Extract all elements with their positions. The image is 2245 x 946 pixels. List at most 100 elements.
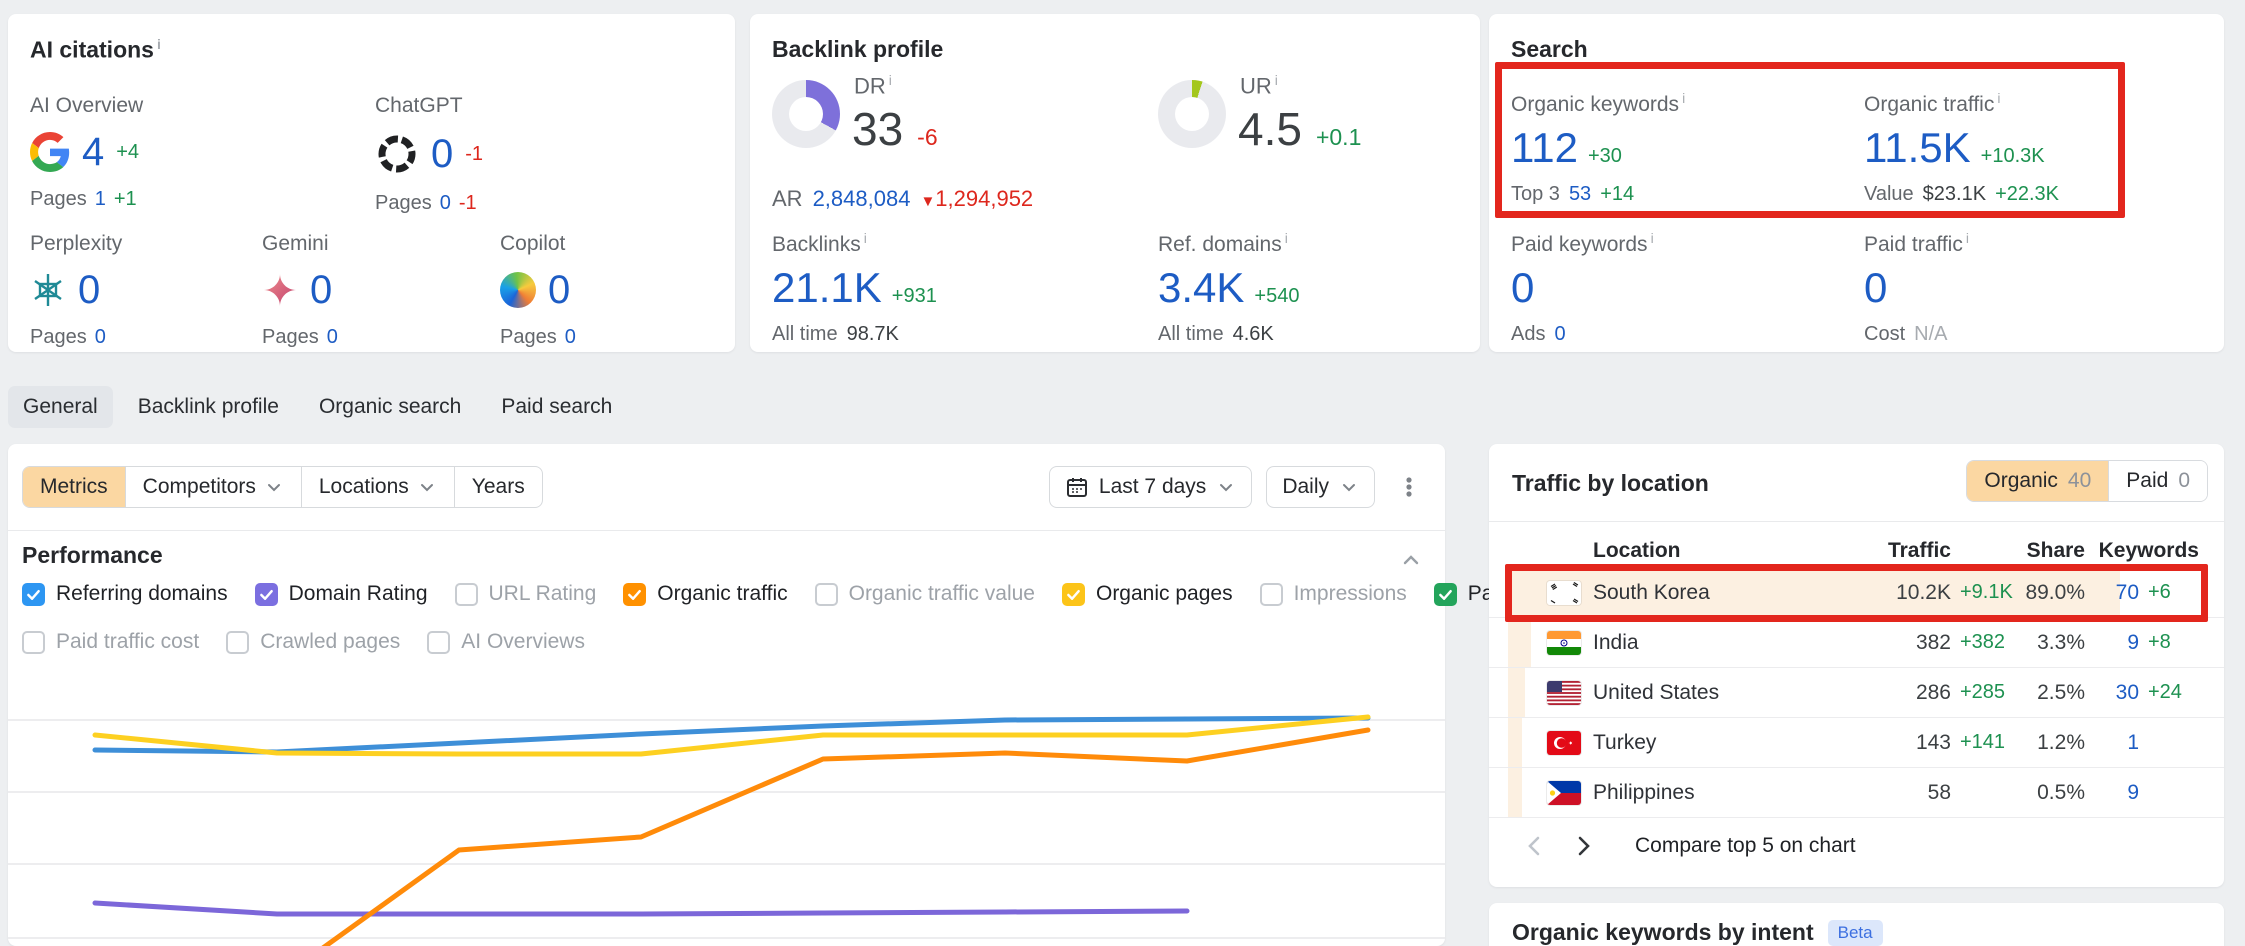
metric-checkbox-row-2: Paid traffic cost Crawled pages AI Overvie…: [22, 630, 585, 654]
checkbox-icon: [1062, 583, 1085, 606]
metric-checkbox-paid-traffic-cost[interactable]: Paid traffic cost: [22, 630, 199, 654]
toggle-paid[interactable]: Paid0: [2108, 461, 2207, 501]
keywords-by-intent-title: Organic keywords by intent: [1512, 919, 1814, 946]
info-icon[interactable]: i: [1997, 90, 2000, 106]
location-row-philippines[interactable]: Philippines 58 0.5% 9: [1489, 768, 2224, 818]
tab-backlink-profile[interactable]: Backlink profile: [123, 386, 294, 428]
metric-checkbox-crawled-pages[interactable]: Crawled pages: [226, 630, 400, 654]
metric-checkbox-organic-traffic-value[interactable]: Organic traffic value: [815, 582, 1035, 606]
location-name[interactable]: Philippines: [1593, 781, 1861, 805]
date-range-button[interactable]: Last 7 days: [1049, 466, 1252, 508]
metric-checkbox-url-rating[interactable]: URL Rating: [455, 582, 597, 606]
citations-value[interactable]: 0: [310, 270, 332, 310]
metric-checkbox-ai-overviews[interactable]: AI Overviews: [427, 630, 585, 654]
info-icon[interactable]: i: [1682, 90, 1685, 106]
stat-value[interactable]: 11.5K: [1864, 127, 1971, 169]
segment-years[interactable]: Years: [455, 467, 542, 507]
pages-value[interactable]: 0: [95, 326, 106, 349]
keywords-column-header: Keywords: [2085, 539, 2199, 563]
citations-value[interactable]: 0: [78, 270, 100, 310]
tab-general[interactable]: General: [8, 386, 113, 428]
backlink-profile-title: Backlink profile: [772, 36, 943, 63]
info-icon[interactable]: i: [157, 36, 161, 52]
keywords-value[interactable]: 9: [2085, 781, 2139, 805]
previous-page-button[interactable]: [1515, 826, 1555, 866]
info-icon[interactable]: i: [864, 230, 867, 246]
location-row-united-states[interactable]: United States 286 +285 2.5% 30 +24: [1489, 668, 2224, 718]
chevron-down-icon: [1339, 477, 1359, 497]
kebab-menu-button[interactable]: [1389, 467, 1429, 507]
keywords-value[interactable]: 9: [2085, 631, 2139, 655]
ai-platform-gemini: Gemini 0 Pages 0: [262, 232, 492, 349]
keywords-value[interactable]: 1: [2085, 731, 2139, 755]
metric-checkbox-domain-rating[interactable]: Domain Rating: [255, 582, 428, 606]
keywords-value[interactable]: 30: [2085, 681, 2139, 705]
segment-metrics[interactable]: Metrics: [23, 467, 126, 507]
pages-value[interactable]: 0: [440, 192, 451, 215]
pages-value[interactable]: 1: [95, 188, 106, 211]
info-icon[interactable]: i: [1285, 230, 1288, 246]
stat-value[interactable]: 0: [1511, 267, 1534, 309]
ai-platform-copilot: Copilot 0 Pages 0: [500, 232, 730, 349]
location-row-south-korea[interactable]: South Korea 10.2K +9.1K 89.0% 70 +6: [1489, 568, 2224, 618]
search-title: Search: [1511, 36, 1588, 63]
location-column-header: Location: [1593, 539, 1861, 563]
location-name[interactable]: United States: [1593, 681, 1861, 705]
ur-value: 4.5 +0.1: [1238, 106, 1361, 152]
metric-label: AI Overviews: [461, 630, 585, 654]
backlinks-value[interactable]: 21.1K: [772, 267, 882, 309]
tab-organic-search[interactable]: Organic search: [304, 386, 476, 428]
metric-checkbox-organic-pages[interactable]: Organic pages: [1062, 582, 1233, 606]
compare-top5-button[interactable]: Compare top 5 on chart: [1635, 834, 1856, 858]
stat-value[interactable]: 0: [1864, 267, 1887, 309]
pages-value[interactable]: 0: [327, 326, 338, 349]
metric-checkbox-organic-traffic[interactable]: Organic traffic: [623, 582, 787, 606]
stat-value[interactable]: 112: [1511, 127, 1578, 169]
ref-domains-stat: Ref. domainsi 3.4K +540 All time4.6K: [1158, 230, 1299, 346]
performance-line-chart[interactable]: [8, 656, 1445, 946]
beta-badge: Beta: [1828, 920, 1883, 946]
metric-checkbox-impressions[interactable]: Impressions: [1260, 582, 1407, 606]
platform-label: Perplexity: [30, 232, 260, 256]
keywords-value[interactable]: 70: [2085, 581, 2139, 605]
next-page-button[interactable]: [1563, 826, 1603, 866]
traffic-value: 10.2K: [1861, 581, 1951, 605]
metric-label: Impressions: [1294, 582, 1407, 606]
citations-value[interactable]: 0: [431, 134, 453, 174]
traffic-delta: +382: [1951, 631, 2011, 654]
perplexity-icon: [30, 272, 66, 308]
segment-locations[interactable]: Locations: [302, 467, 455, 507]
location-row-turkey[interactable]: Turkey 143 +141 1.2% 1: [1489, 718, 2224, 768]
share-value: 2.5%: [2011, 681, 2085, 705]
info-icon[interactable]: i: [1651, 230, 1654, 246]
info-icon[interactable]: i: [889, 72, 892, 88]
location-name[interactable]: India: [1593, 631, 1861, 655]
share-value: 0.5%: [2011, 781, 2085, 805]
granularity-button[interactable]: Daily: [1266, 466, 1375, 508]
citations-value[interactable]: 4: [82, 132, 104, 172]
location-row-india[interactable]: India 382 +382 3.3% 9 +8: [1489, 618, 2224, 668]
stat-sub-value: $23.1K: [1923, 183, 1986, 206]
traffic-by-location-card: Traffic by location Organic40Paid0 Locat…: [1489, 444, 2224, 887]
pages-row: Pages 0: [500, 326, 730, 349]
citations-value[interactable]: 0: [548, 270, 570, 310]
info-icon[interactable]: i: [1966, 230, 1969, 246]
ahrefs-rank-value[interactable]: 2,848,084: [813, 186, 911, 212]
ref-domains-value[interactable]: 3.4K: [1158, 267, 1244, 309]
ai-platform-ai-overview: AI Overview 4 +4 Pages 1 +1: [30, 94, 260, 211]
pages-value[interactable]: 0: [565, 326, 576, 349]
location-name[interactable]: Turkey: [1593, 731, 1861, 755]
collapse-section-button[interactable]: [1399, 548, 1423, 577]
series-line-organic-pages: [95, 717, 1368, 754]
ai-citations-title: AI citationsi: [30, 36, 161, 64]
segment-competitors[interactable]: Competitors: [126, 467, 302, 507]
stat-sub-value[interactable]: 0: [1554, 323, 1565, 346]
location-table-body: South Korea 10.2K +9.1K 89.0% 70 +6 Indi…: [1489, 568, 2224, 818]
tab-paid-search[interactable]: Paid search: [486, 386, 627, 428]
info-icon[interactable]: i: [1275, 72, 1278, 88]
location-name[interactable]: South Korea: [1593, 581, 1861, 605]
stat-sub-value[interactable]: 53: [1569, 183, 1591, 206]
metric-label: Referring domains: [56, 582, 228, 606]
toggle-organic[interactable]: Organic40: [1967, 461, 2108, 501]
metric-checkbox-referring-domains[interactable]: Referring domains: [22, 582, 228, 606]
